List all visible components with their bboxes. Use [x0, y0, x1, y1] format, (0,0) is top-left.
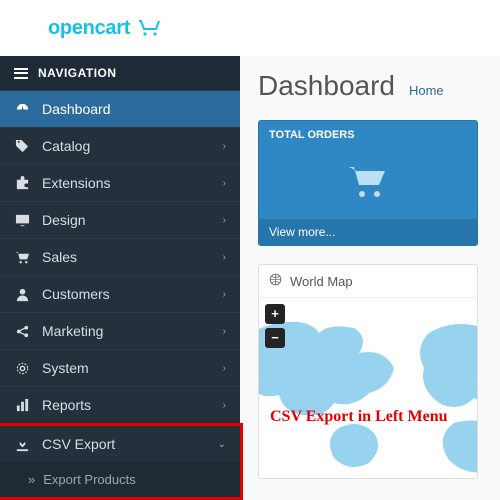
chevron-down-icon: ⌄	[218, 439, 226, 450]
chevron-right-icon: ›	[223, 141, 226, 152]
double-chevron-icon: »	[28, 472, 35, 487]
sidebar-item-customers[interactable]: Customers ›	[0, 275, 240, 312]
sidebar-item-label: System	[42, 360, 89, 376]
sidebar-item-label: Extensions	[42, 175, 110, 191]
chevron-right-icon: ›	[223, 215, 226, 226]
nav-header: NAVIGATION	[0, 56, 240, 90]
cog-icon	[14, 361, 30, 376]
menu-icon	[14, 68, 28, 79]
chevron-right-icon: ›	[223, 178, 226, 189]
zoom-out-button[interactable]: −	[265, 328, 285, 348]
sidebar-item-marketing[interactable]: Marketing ›	[0, 312, 240, 349]
content-area: Dashboard Home TOTAL ORDERS View more...…	[240, 56, 500, 500]
chevron-right-icon: ›	[223, 252, 226, 263]
page-header: Dashboard Home	[258, 70, 500, 102]
csv-export-group-highlight: CSV Export ⌄ » Export Products	[0, 423, 243, 500]
sidebar-item-label: Design	[42, 212, 86, 228]
world-map-title: World Map	[290, 274, 353, 289]
tags-icon	[14, 139, 30, 154]
brand-logo[interactable]: opencart	[48, 17, 162, 40]
annotation-label: CSV Export in Left Menu	[270, 408, 448, 426]
puzzle-icon	[14, 176, 30, 191]
page-title: Dashboard	[258, 70, 395, 102]
sidebar-item-label: Dashboard	[42, 101, 111, 117]
zoom-in-button[interactable]: +	[265, 304, 285, 324]
sidebar-item-label: Marketing	[42, 323, 103, 339]
sidebar-item-label: CSV Export	[42, 436, 115, 452]
sidebar-item-sales[interactable]: Sales ›	[0, 238, 240, 275]
sidebar-item-label: Reports	[42, 397, 91, 413]
logo-bar: opencart	[0, 0, 500, 56]
sidebar-item-label: Sales	[42, 249, 77, 265]
map-zoom-controls: + −	[265, 304, 285, 352]
widget-title: TOTAL ORDERS	[269, 129, 355, 141]
world-map[interactable]: + −	[259, 298, 477, 478]
cart-icon	[14, 250, 30, 265]
sidebar-item-reports[interactable]: Reports ›	[0, 386, 240, 423]
globe-icon	[269, 273, 282, 289]
gauge-icon	[14, 102, 30, 117]
sidebar-item-system[interactable]: System ›	[0, 349, 240, 386]
cart-icon	[347, 165, 389, 204]
widget-view-more[interactable]: View more...	[259, 219, 477, 245]
nav-header-label: NAVIGATION	[38, 66, 117, 80]
sidebar-item-csv-export[interactable]: CSV Export ⌄	[0, 426, 240, 462]
download-icon	[14, 437, 30, 452]
sidebar-item-design[interactable]: Design ›	[0, 201, 240, 238]
sidebar-subitem-export-products[interactable]: » Export Products	[0, 462, 240, 497]
sidebar-subitem-label: Export Products	[43, 472, 136, 487]
chevron-right-icon: ›	[223, 326, 226, 337]
chevron-right-icon: ›	[223, 363, 226, 374]
brand-name: opencart	[48, 17, 130, 40]
sidebar-item-dashboard[interactable]: Dashboard	[0, 90, 240, 127]
world-map-svg	[259, 308, 477, 478]
brand-mark-icon	[136, 19, 162, 37]
chevron-right-icon: ›	[223, 400, 226, 411]
bar-chart-icon	[14, 398, 30, 413]
sidebar-item-catalog[interactable]: Catalog ›	[0, 127, 240, 164]
breadcrumb-home[interactable]: Home	[409, 83, 444, 98]
sidebar-item-label: Catalog	[42, 138, 90, 154]
sidebar-item-label: Customers	[42, 286, 110, 302]
sidebar: NAVIGATION Dashboard Catalog › Extension…	[0, 56, 240, 500]
total-orders-widget: TOTAL ORDERS View more...	[258, 120, 478, 246]
desktop-icon	[14, 213, 30, 228]
share-icon	[14, 324, 30, 339]
chevron-right-icon: ›	[223, 289, 226, 300]
widget-footer-label: View more...	[269, 225, 335, 239]
world-map-panel: World Map + −	[258, 264, 478, 479]
sidebar-item-extensions[interactable]: Extensions ›	[0, 164, 240, 201]
user-icon	[14, 287, 30, 302]
